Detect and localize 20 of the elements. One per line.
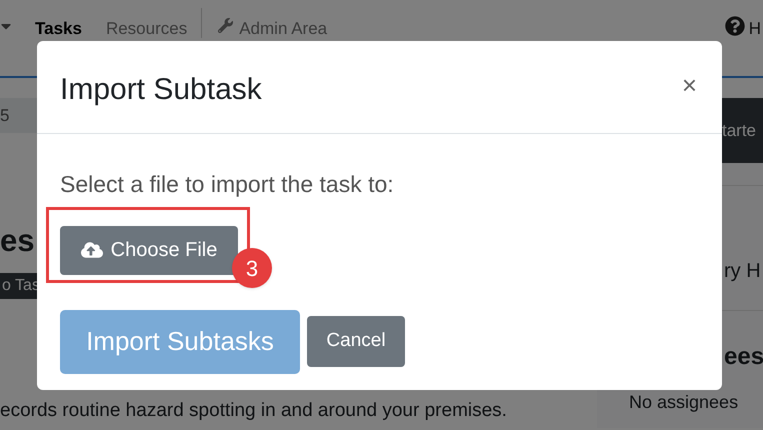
task-description: ecords routine hazard spotting in and around your premises.: [0, 399, 507, 423]
assignees-empty-text: No assignees: [629, 391, 740, 414]
side-text: ry H: [724, 259, 762, 284]
page-heading: es: [0, 222, 34, 260]
choose-file-button[interactable]: Choose File: [60, 226, 238, 274]
assignees-heading: ees: [724, 342, 763, 372]
dialog-title: Import Subtask: [60, 72, 262, 108]
nav-link[interactable]: H: [748, 16, 761, 42]
start-button[interactable]: tarte: [722, 98, 763, 163]
cancel-button[interactable]: Cancel: [307, 316, 405, 367]
step-badge: 3: [232, 248, 272, 288]
cloud-upload-icon: [80, 240, 103, 260]
dialog-prompt: Select a file to import the task to:: [60, 170, 394, 199]
close-icon[interactable]: ×: [682, 72, 697, 98]
nav-link[interactable]: Resources: [106, 16, 188, 42]
nav-link[interactable]: Admin Area: [239, 16, 328, 42]
breadcrumb-text: 5: [0, 104, 10, 127]
nav-link[interactable]: Tasks: [35, 16, 82, 42]
help-icon[interactable]: [724, 16, 745, 36]
wrench-icon: [218, 18, 234, 33]
